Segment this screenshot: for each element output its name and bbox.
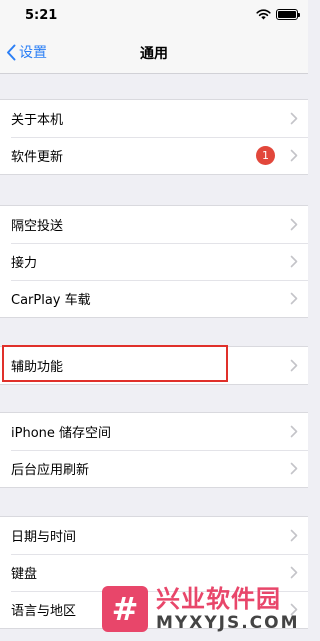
chevron-right-icon xyxy=(290,112,298,125)
row-label: 隔空投送 xyxy=(11,219,64,234)
wifi-icon xyxy=(256,9,271,20)
row-label: 软件更新 xyxy=(11,150,64,165)
settings-screen: 5:21 设置 通用 关于本机 软件更新 1 隔空投送 接力 CarPlay 车… xyxy=(0,0,308,641)
page-title: 通用 xyxy=(140,46,168,62)
watermark-subtitle: MYXYJS.COM xyxy=(156,612,300,633)
nav-bar: 设置 通用 xyxy=(0,30,308,74)
row-label: CarPlay 车载 xyxy=(11,293,91,308)
chevron-right-icon xyxy=(290,255,298,268)
section-about: 关于本机 软件更新 1 xyxy=(0,99,308,175)
settings-row-carplay[interactable]: CarPlay 车载 xyxy=(0,280,308,317)
status-time: 5:21 xyxy=(25,8,58,23)
chevron-right-icon xyxy=(290,359,298,372)
section-accessibility: 辅助功能 xyxy=(0,346,308,385)
row-label: iPhone 储存空间 xyxy=(11,426,112,441)
settings-row-about[interactable]: 关于本机 xyxy=(0,100,308,137)
status-bar: 5:21 xyxy=(0,0,308,30)
chevron-right-icon xyxy=(290,529,298,542)
settings-row-background-refresh[interactable]: 后台应用刷新 xyxy=(0,450,308,487)
chevron-right-icon xyxy=(290,292,298,305)
settings-row-date-time[interactable]: 日期与时间 xyxy=(0,517,308,554)
settings-row-iphone-storage[interactable]: iPhone 储存空间 xyxy=(0,413,308,450)
section-connectivity: 隔空投送 接力 CarPlay 车载 xyxy=(0,205,308,318)
row-label: 键盘 xyxy=(11,567,38,582)
status-icons xyxy=(256,9,300,20)
settings-row-airdrop[interactable]: 隔空投送 xyxy=(0,206,308,243)
settings-row-accessibility[interactable]: 辅助功能 xyxy=(0,347,308,384)
watermark: # 兴业软件园 MYXYJS.COM xyxy=(96,576,308,641)
watermark-logo-icon: # xyxy=(102,585,148,632)
section-storage: iPhone 储存空间 后台应用刷新 xyxy=(0,412,308,488)
row-label: 语言与地区 xyxy=(11,604,77,619)
settings-row-handoff[interactable]: 接力 xyxy=(0,243,308,280)
row-label: 后台应用刷新 xyxy=(11,463,90,478)
settings-row-software-update[interactable]: 软件更新 1 xyxy=(0,137,308,174)
row-label: 接力 xyxy=(11,256,38,271)
watermark-text: 兴业软件园 MYXYJS.COM xyxy=(156,585,300,633)
row-label: 辅助功能 xyxy=(11,360,64,375)
notification-badge: 1 xyxy=(256,146,275,165)
chevron-right-icon xyxy=(290,218,298,231)
row-label: 关于本机 xyxy=(11,113,64,128)
watermark-title: 兴业软件园 xyxy=(156,584,281,613)
battery-icon xyxy=(276,9,300,20)
row-label: 日期与时间 xyxy=(11,530,77,545)
chevron-right-icon xyxy=(290,462,298,475)
chevron-right-icon xyxy=(290,149,298,162)
chevron-right-icon xyxy=(290,425,298,438)
